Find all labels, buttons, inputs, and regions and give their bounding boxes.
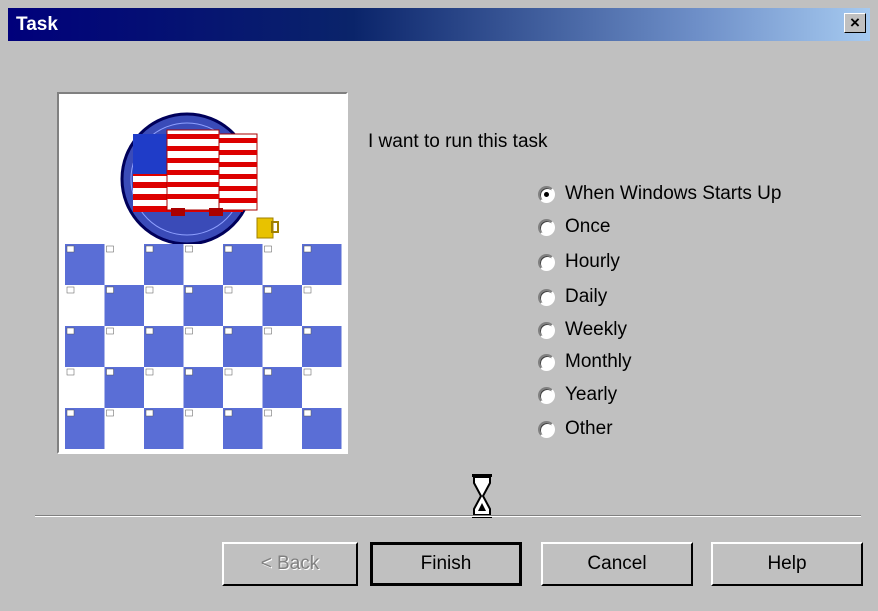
calendar-day-tag [66,245,75,253]
calendar-day-tag [185,327,193,335]
close-icon: × [850,13,860,32]
radio-button[interactable] [538,420,555,438]
calendar-day-tag [145,409,154,417]
schedule-option-daily[interactable]: Daily [538,284,607,310]
radio-label: Other [565,418,613,439]
calendar-day-tag [224,327,233,335]
calendar-day-tag [145,368,154,376]
calendar-day-tag [303,327,312,335]
calendar-day-tag [66,327,75,335]
radio-button[interactable] [538,218,555,236]
radio-label: When Windows Starts Up [565,183,782,204]
radio-label: Weekly [565,319,627,340]
calendar-day-tag [66,286,75,294]
calendar-grid [65,244,342,449]
button-separator [35,515,861,517]
schedule-option-other[interactable]: Other [538,416,613,442]
radio-button[interactable] [538,321,555,339]
calendar-day-tag [106,327,114,335]
back-button[interactable]: < Back [222,542,358,586]
calendar-day-tag [185,245,193,253]
calendar-day-tag [185,409,193,417]
help-button[interactable]: Help [711,542,863,586]
radio-selected-dot [544,191,549,197]
calendar-day-tag [145,245,154,253]
schedule-option-monthly[interactable]: Monthly [538,349,632,375]
schedule-option-when-windows-starts-up[interactable]: When Windows Starts Up [538,181,781,207]
calendar-day-tag [224,245,233,253]
calendar-day-tag [264,286,272,294]
radio-label: Once [565,216,611,237]
calendar-day-tag [145,286,154,294]
calendar-day-tag [224,409,233,417]
schedule-option-weekly[interactable]: Weekly [538,317,627,343]
calendar-day-tag [66,409,75,417]
calendar-day-tag [66,368,75,376]
radio-button[interactable] [538,253,555,271]
calendar-day-tag [185,368,193,376]
finish-button[interactable]: Finish [370,542,522,586]
schedule-option-hourly[interactable]: Hourly [538,249,620,275]
schedule-option-once[interactable]: Once [538,214,610,240]
calendar-day-tag [106,245,114,253]
calendar-flag-illustration [57,92,348,454]
radio-label: Daily [565,286,608,307]
task-dialog: Task × I want to run this task When Wind… [0,0,878,611]
calendar-day-tag [264,409,272,417]
calendar-day-tag [303,368,312,376]
calendar-day-tag [106,368,114,376]
title-bar[interactable]: Task × [8,8,870,41]
calendar-day-tag [303,286,312,294]
calendar-day-tag [224,286,233,294]
calendar-day-tag [303,409,312,417]
hourglass-icon [472,474,492,518]
calendar-day-tag [185,286,193,294]
radio-button[interactable] [538,353,555,371]
close-button[interactable]: × [844,13,866,33]
calendar-day-tag [264,327,272,335]
calendar-day-tag [264,368,272,376]
radio-label: Monthly [565,351,632,372]
calendar-day-tag [224,368,233,376]
schedule-prompt: I want to run this task [368,131,548,152]
calendar-day-tag [106,286,114,294]
calendar-day-tag [303,245,312,253]
window-title: Task [16,14,58,35]
calendar-day-tag [106,409,114,417]
radio-button[interactable] [538,386,555,404]
calendar-flag-graphic [65,112,342,449]
cancel-button[interactable]: Cancel [541,542,693,586]
radio-label: Yearly [565,384,618,405]
radio-label: Hourly [565,251,620,272]
calendar-day-tag [264,245,272,253]
radio-button[interactable] [538,185,555,203]
calendar-day-tag [145,327,154,335]
radio-button[interactable] [538,288,555,306]
schedule-option-yearly[interactable]: Yearly [538,382,617,408]
